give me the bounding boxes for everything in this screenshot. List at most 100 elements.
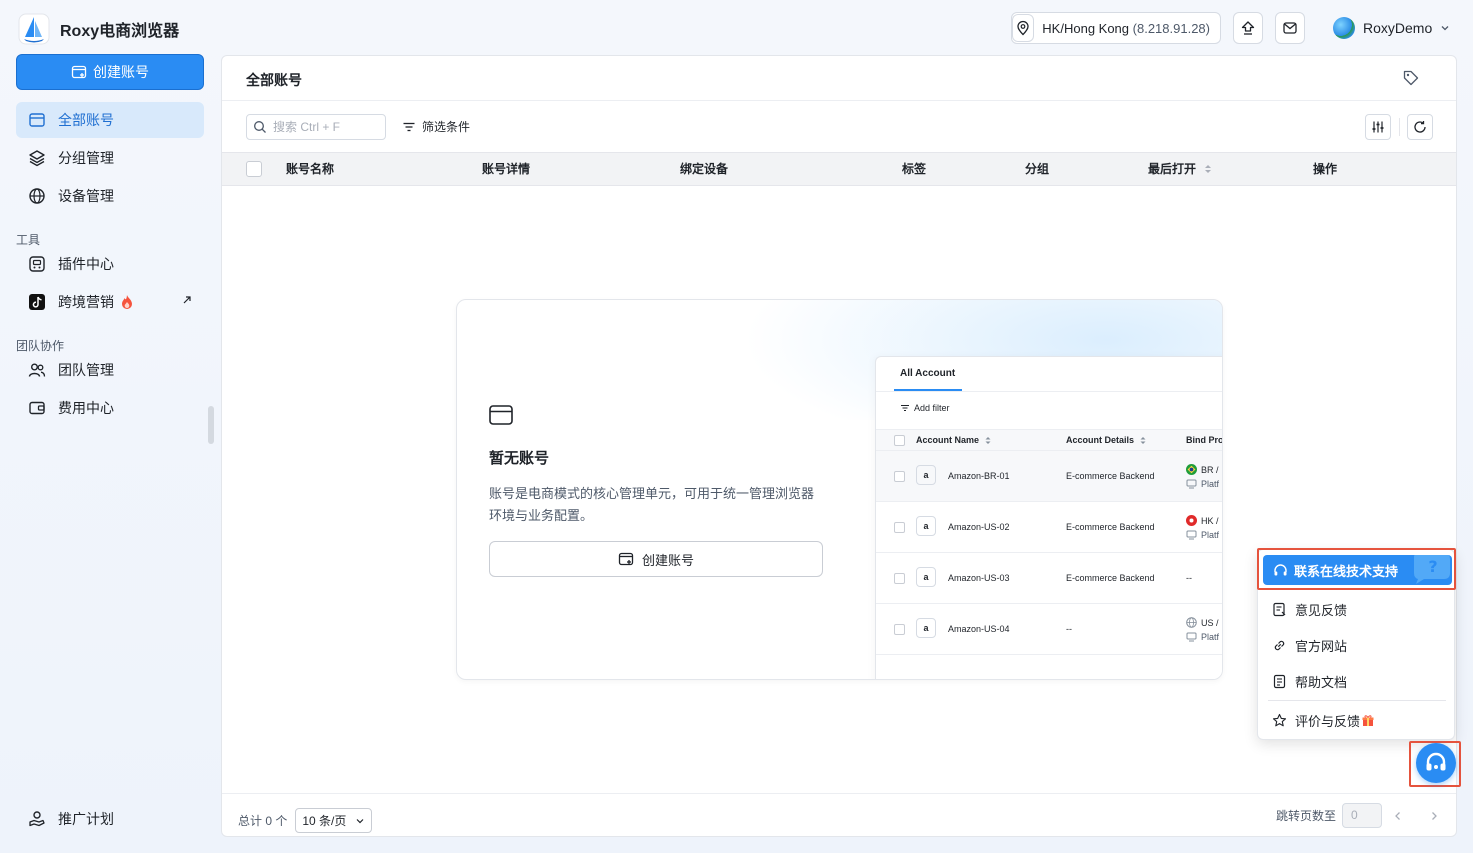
team-icon [28,361,46,379]
preview-account-name: Amazon-US-02 [948,522,1010,532]
sidebar-item-label: 跨境营销 [58,294,114,310]
empty-create-account-button[interactable]: 创建账号 [489,541,823,577]
refresh-button[interactable] [1407,114,1433,140]
preview-bind-sub: Platf [1186,632,1219,642]
preview-illustration: All Account Add filter Account Name Acco… [875,356,1223,679]
preview-account-name: Amazon-US-04 [948,624,1010,634]
preview-row: a Amazon-US-03 E-commerce Backend -- [876,553,1222,604]
sidebar-scrollbar[interactable] [208,406,214,444]
preview-account-name: Amazon-US-03 [948,573,1010,583]
proxy-location-text: HK/Hong Kong (8.218.91.28) [1042,21,1210,36]
preview-col: Account Name [916,435,991,445]
help-item-docs[interactable]: 帮助文档 [1272,672,1347,691]
proxy-location-box[interactable]: HK/Hong Kong (8.218.91.28) [1011,12,1221,44]
preview-checkbox [894,471,905,482]
upload-icon [1241,21,1255,35]
sidebar-item-label: 费用中心 [58,400,114,416]
next-page-button[interactable] [1424,806,1444,826]
flag-hk-icon [1186,515,1197,526]
jump-label: 跳转页数至 [1276,809,1337,823]
preview-bind: HK / [1186,515,1219,526]
gift-icon [1362,715,1374,726]
column-settings-button[interactable] [1365,114,1391,140]
link-icon [1274,640,1285,651]
sidebar-item-billing[interactable]: 费用中心 [16,390,204,426]
help-item-website[interactable]: 官方网站 [1272,636,1347,655]
preview-bind-text: US / [1201,617,1219,628]
monitor-icon [1186,632,1197,642]
user-menu[interactable]: RoxyDemo [1333,12,1450,44]
preview-checkbox [894,573,905,584]
toolbar-divider [1399,118,1400,136]
sidebar-item-groups[interactable]: 分组管理 [16,140,204,176]
upload-button[interactable] [1233,12,1263,44]
sidebar-item-marketing[interactable]: 跨境营销 [16,284,204,320]
sidebar-item-devices[interactable]: 设备管理 [16,178,204,214]
tag-icon [1403,70,1419,86]
headset-icon [1426,752,1446,771]
sidebar-item-plugins[interactable]: 插件中心 [16,246,204,282]
sidebar-item-team[interactable]: 团队管理 [16,352,204,388]
sidebar-item-label: 全部账号 [58,112,114,128]
help-item-label: 官方网站 [1295,639,1348,654]
brand: Roxy电商浏览器 [18,12,238,46]
help-item-label: 意见反馈 [1295,603,1348,618]
empty-card-icon [489,405,513,425]
column-header: 分组 [1025,162,1050,176]
page-size-value: 10 条/页 [302,814,347,828]
preview-col: Bind Pro [1186,435,1223,445]
empty-title: 暂无账号 [489,450,550,467]
user-name: RoxyDemo [1363,20,1433,36]
messages-button[interactable] [1275,12,1305,44]
help-item-rate[interactable]: 评价与反馈 [1272,711,1374,730]
sort-icon [1205,165,1212,173]
jump-page-input[interactable]: 0 [1342,803,1383,828]
column-header-last-opened[interactable]: 最后打开 [1148,153,1212,185]
preview-bind-sub: Platf [1186,530,1219,540]
preview-bind-text: -- [1186,573,1192,583]
search-input[interactable] [273,120,373,134]
wallet-icon [28,399,46,417]
external-link-icon [182,295,192,305]
amazon-icon: a [916,567,936,587]
preview-col-label: Account Name [916,435,980,445]
prev-page-button[interactable] [1388,806,1408,826]
roxy-logo-icon [18,13,50,45]
sidebar-item-all-accounts[interactable]: 全部账号 [16,102,204,138]
search-box[interactable] [246,114,386,140]
monitor-icon [1186,530,1197,540]
preview-tab: All Account [900,368,956,379]
layers-icon [28,149,46,167]
sidebar-item-label: 团队管理 [58,362,114,378]
column-header-label: 最后打开 [1148,162,1197,176]
sidebar-item-promo[interactable]: 推广计划 [16,801,204,837]
page-title: 全部账号 [246,72,302,88]
globe-icon [28,187,46,205]
select-all-checkbox[interactable] [246,161,262,177]
page-size-select[interactable]: 10 条/页 [295,808,373,833]
card-icon [28,111,46,129]
tag-button[interactable] [1402,69,1420,87]
empty-description: 账号是电商模式的核心管理单元，可用于统一管理浏览器环境与业务配置。 [489,486,815,523]
footer-divider [222,793,1456,794]
preview-checkbox [894,522,905,533]
create-account-button[interactable]: 创建账号 [16,54,204,90]
mail-icon [1283,22,1297,34]
support-fab-button[interactable] [1416,743,1456,783]
feedback-icon [1273,602,1286,617]
chevron-right-icon [1432,811,1437,820]
filter-button[interactable]: 筛选条件 [402,118,470,135]
tiktok-icon [28,293,46,311]
preview-bind-platform: Platf [1201,632,1220,642]
preview-account-details: E-commerce Backend [1066,522,1155,532]
help-item-feedback[interactable]: 意见反馈 [1272,600,1347,619]
empty-create-label: 创建账号 [641,552,694,568]
chevron-down-icon [356,818,364,823]
filter-icon [403,122,415,131]
help-item-label: 帮助文档 [1295,675,1348,690]
empty-state-card: 暂无账号 账号是电商模式的核心管理单元，可用于统一管理浏览器环境与业务配置。 创… [456,299,1223,680]
help-divider [1268,700,1446,701]
preview-bind-text: BR / [1201,464,1219,475]
preview-account-name: Amazon-BR-01 [948,471,1010,481]
create-account-icon [618,552,634,566]
